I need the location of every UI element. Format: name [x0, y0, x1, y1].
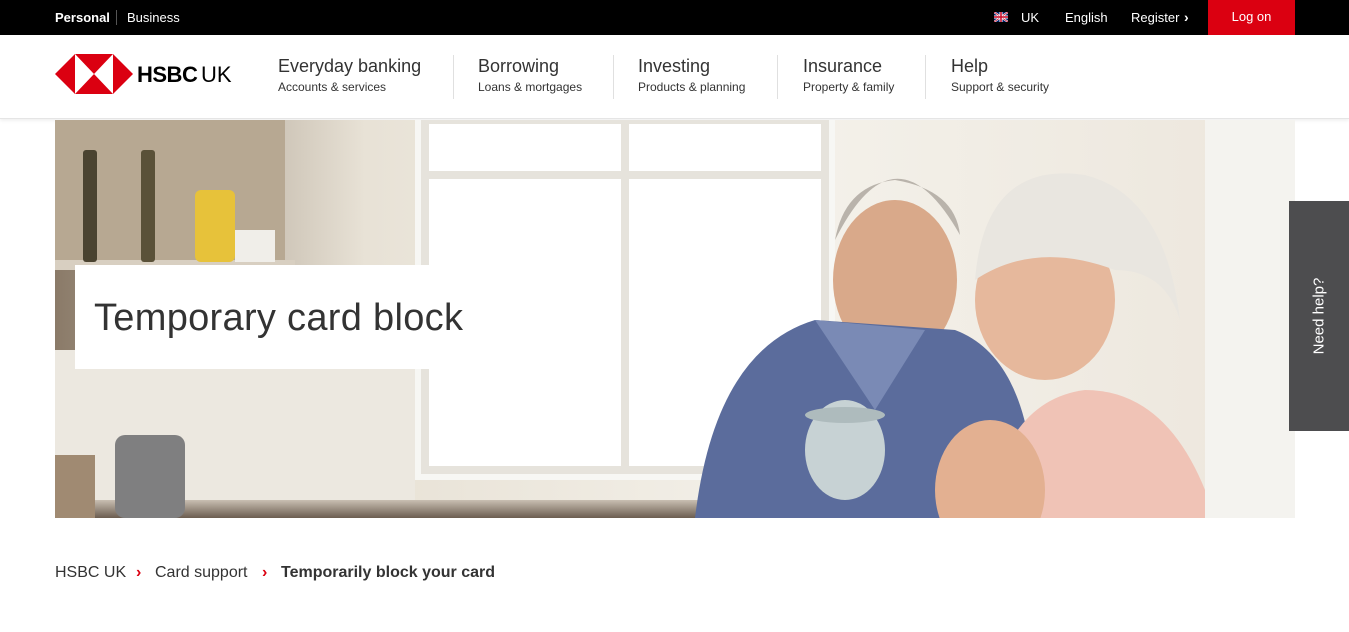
nav-help[interactable]: Help Support & security [951, 55, 1049, 103]
nav-subtitle: Products & planning [638, 80, 746, 94]
brand-suffix: UK [201, 62, 232, 87]
nav-title: Borrowing [478, 56, 560, 76]
nav-divider [613, 55, 614, 99]
nav-title: Help [951, 56, 989, 76]
hsbc-logo[interactable]: HSBC UK [55, 54, 235, 94]
chevron-right-icon: › [262, 564, 268, 581]
register-link[interactable]: Register [1131, 0, 1179, 35]
chevron-right-icon: › [136, 564, 142, 581]
hero-title-box: Temporary card block [75, 265, 596, 369]
region-selector[interactable]: UK [1021, 0, 1039, 35]
breadcrumb-home[interactable]: HSBC UK [55, 564, 126, 582]
need-help-tab[interactable]: Need help? [1289, 201, 1349, 431]
uk-flag-icon [994, 12, 1008, 22]
nav-investing[interactable]: Investing Products & planning [638, 55, 745, 103]
nav-subtitle: Accounts & services [278, 80, 387, 94]
nav-divider [925, 55, 926, 99]
brand-name: HSBC [137, 62, 198, 87]
nav-title: Insurance [803, 56, 883, 76]
hsbc-hexagon-logo [55, 54, 133, 94]
nav-subtitle: Support & security [951, 80, 1050, 94]
nav-divider [777, 55, 778, 99]
nav-everyday-banking[interactable]: Everyday banking Accounts & services [278, 55, 421, 103]
nav-insurance[interactable]: Insurance Property & family [803, 55, 894, 103]
log-on-button[interactable]: Log on [1208, 0, 1295, 35]
nav-title: Investing [638, 56, 711, 76]
main-navigation: HSBC UK Everyday banking Accounts & serv… [0, 35, 1349, 119]
tab-personal[interactable]: Personal [55, 0, 110, 35]
top-utility-bar: Personal Business UK English Register › … [0, 0, 1349, 35]
nav-divider [453, 55, 454, 99]
tab-business[interactable]: Business [127, 0, 180, 35]
nav-subtitle: Loans & mortgages [478, 80, 583, 94]
chevron-right-icon: › [1184, 9, 1189, 25]
need-help-label: Need help? [1310, 277, 1328, 355]
nav-subtitle: Property & family [803, 80, 895, 94]
language-selector[interactable]: English [1065, 0, 1108, 35]
breadcrumb-card-support[interactable]: Card support [155, 564, 248, 582]
breadcrumb-current: Temporarily block your card [281, 564, 495, 581]
nav-borrowing[interactable]: Borrowing Loans & mortgages [478, 55, 582, 103]
nav-title: Everyday banking [278, 56, 422, 76]
page-title: Temporary card block [94, 297, 464, 339]
topbar-divider [116, 10, 117, 25]
